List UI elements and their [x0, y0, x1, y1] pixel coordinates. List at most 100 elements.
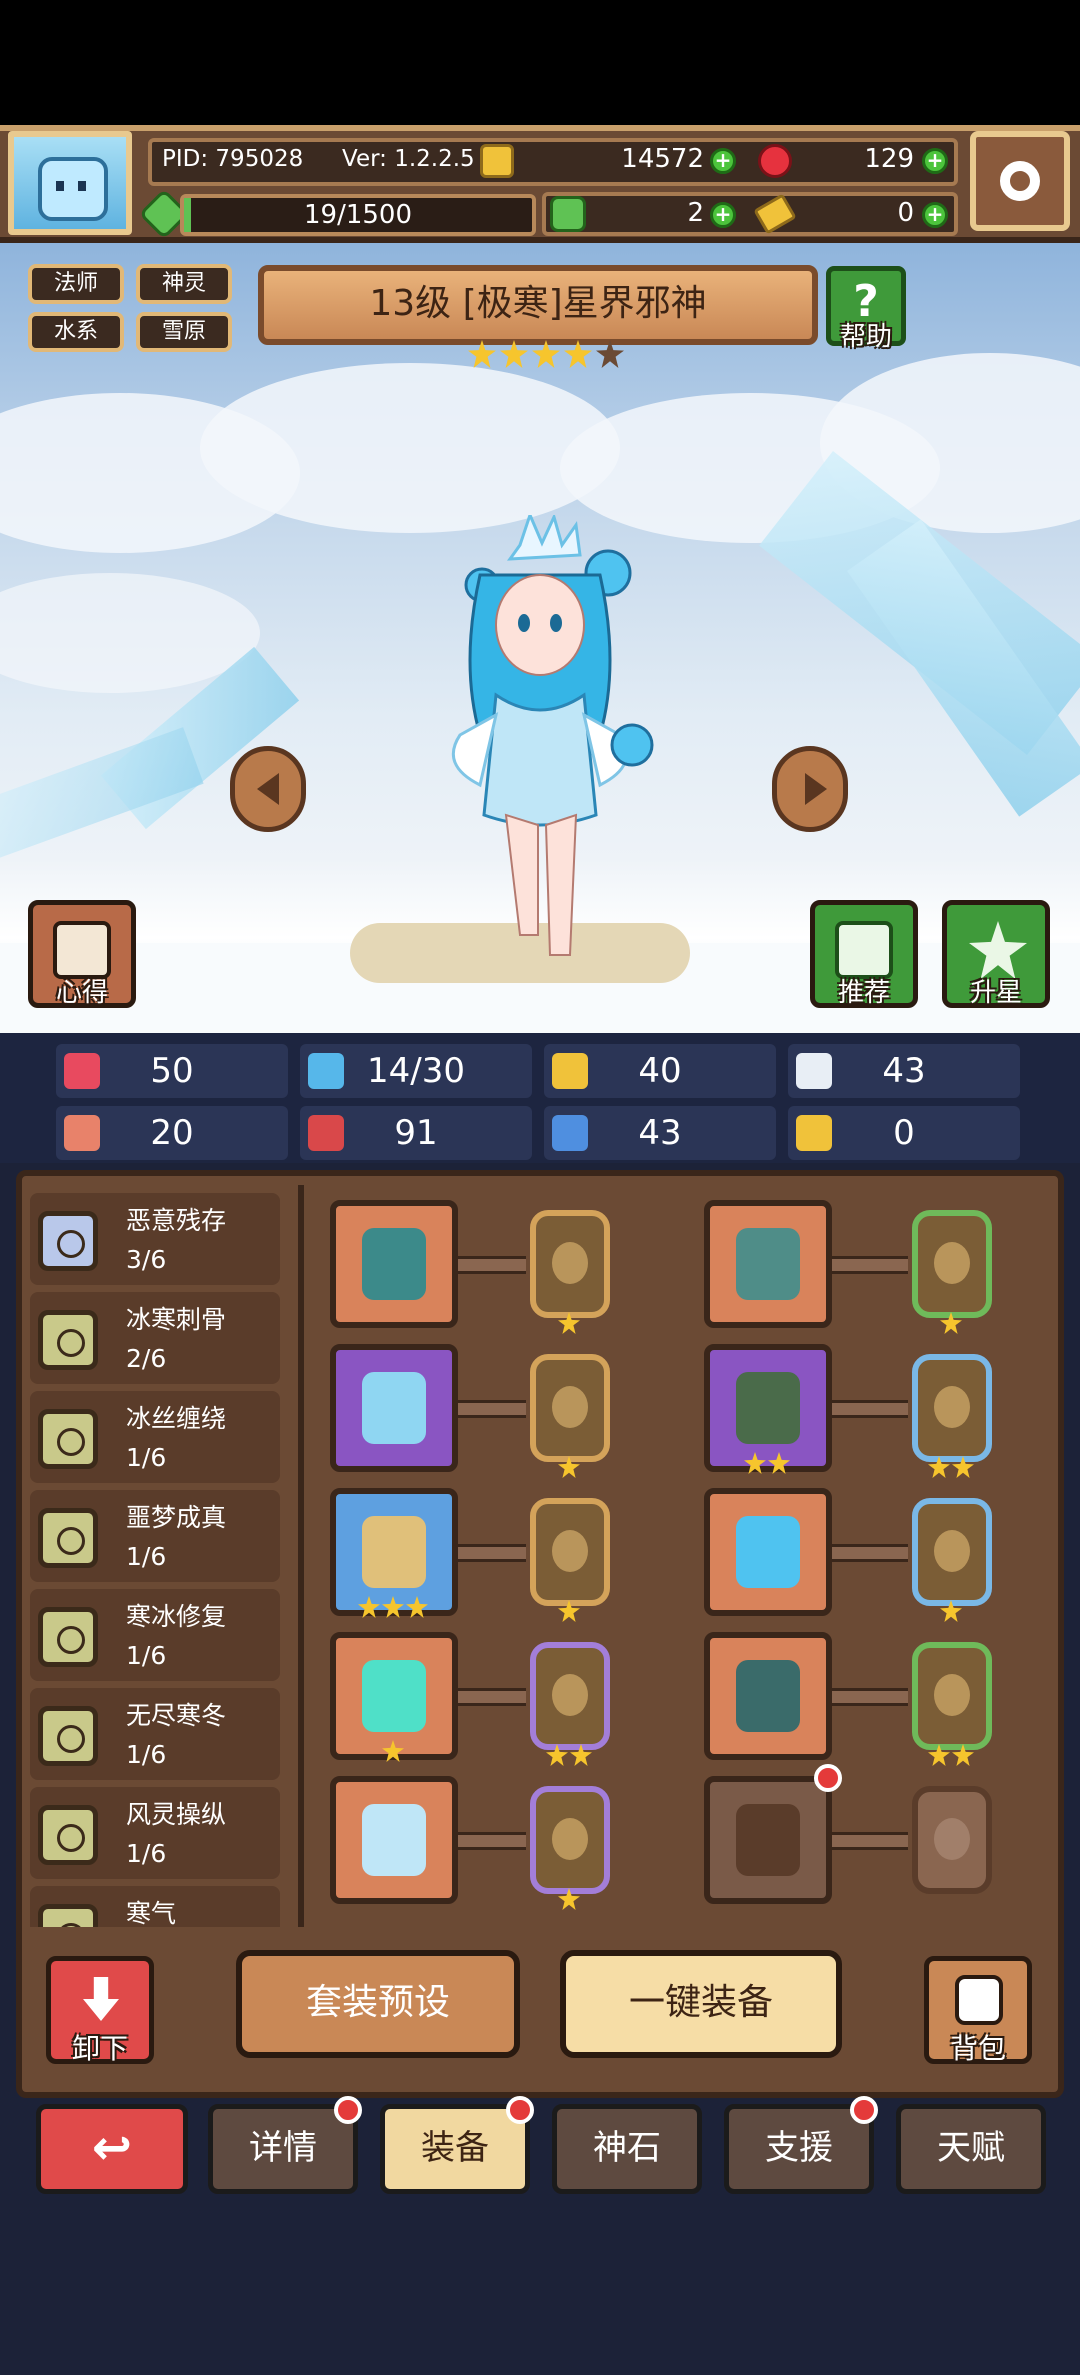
slot-star-rating [382, 1740, 404, 1762]
settings-button[interactable] [970, 131, 1070, 231]
slot-connector [458, 1256, 526, 1274]
add-ruby-button[interactable]: + [922, 148, 948, 174]
rune-emblem-icon [552, 1386, 588, 1428]
stat-value: 20 [150, 1113, 194, 1153]
set-name: 冰寒刺骨 [126, 1305, 227, 1334]
star-icon [382, 1596, 404, 1618]
star-icon [558, 1456, 580, 1478]
plus-icon [934, 1818, 970, 1860]
set-bonus-item[interactable]: 寒冰修复 1/6 [30, 1589, 280, 1681]
rune-socket[interactable] [912, 1210, 992, 1318]
rune-socket[interactable] [530, 1642, 610, 1750]
equipment-slot-armor[interactable] [704, 1200, 832, 1328]
clover-amount: 2 [687, 198, 704, 228]
set-bonus-list[interactable]: 恶意残存 3/6 冰寒刺骨 2/6 冰丝缠绕 1/6 噩梦成真 1/6 寒冰修复 1/6 无尽寒冬 1… [30, 1185, 292, 1927]
set-progress: 3/6 [126, 1245, 167, 1274]
set-bonus-item[interactable]: 冰寒刺骨 2/6 [30, 1292, 280, 1384]
set-bonus-item[interactable]: 恶意残存 3/6 [30, 1193, 280, 1285]
slot-star-rating [558, 1600, 580, 1622]
rune-socket[interactable] [912, 1786, 992, 1894]
unequip-button[interactable]: 卸下 [46, 1956, 154, 2065]
set-bonus-item[interactable]: 寒气 [30, 1886, 280, 1927]
game-version: Ver: 1.2.2.5 [342, 146, 475, 172]
rune-socket[interactable] [912, 1498, 992, 1606]
equipment-slot-crown[interactable] [330, 1344, 458, 1472]
stat-cell: 20 [56, 1106, 288, 1160]
star-icon [928, 1744, 950, 1766]
key-amount: 0 [897, 198, 914, 228]
add-gold-button[interactable]: + [710, 148, 736, 174]
rune-socket[interactable] [912, 1642, 992, 1750]
set-name: 冰丝缠绕 [126, 1404, 227, 1433]
equipment-slot-boots-empty[interactable] [704, 1776, 832, 1904]
staff-icon [362, 1228, 426, 1300]
star-icon [940, 1600, 962, 1622]
equipment-slot-glove[interactable] [704, 1488, 832, 1616]
upgrade-star-button[interactable]: 升星 [942, 900, 1050, 1008]
slot-star-rating [558, 1888, 580, 1910]
slot-connector [832, 1400, 908, 1418]
slot-star-rating [558, 1456, 580, 1478]
rune-emblem-icon [552, 1818, 588, 1860]
equipment-slot-staff[interactable] [330, 1200, 458, 1328]
recommend-label: 推荐 [837, 978, 890, 1008]
stat-cell: 50 [56, 1044, 288, 1098]
add-key-button[interactable]: + [922, 202, 948, 228]
slot-star-rating [358, 1596, 428, 1618]
add-clover-button[interactable]: + [710, 202, 736, 228]
slot-star-rating [744, 1452, 790, 1474]
set-bonus-item[interactable]: 风灵操纵 1/6 [30, 1787, 280, 1879]
upgrade-star-label: 升星 [969, 978, 1022, 1008]
tab-4[interactable]: 天赋 [896, 2104, 1046, 2194]
next-hero-button[interactable] [772, 746, 848, 832]
stat-value: 0 [893, 1113, 915, 1153]
stat-cell: 14/30 [300, 1044, 532, 1098]
slot-star-rating [928, 1456, 974, 1478]
slot-star-rating [940, 1600, 962, 1622]
note-book-icon [53, 921, 111, 979]
auto-equip-button[interactable]: 一键装备 [560, 1950, 842, 2058]
tab-2[interactable]: 神石 [552, 2104, 702, 2194]
prev-hero-button[interactable] [230, 746, 306, 832]
gold-amount: 14572 [621, 144, 704, 174]
rune-socket[interactable] [530, 1498, 610, 1606]
star-icon [952, 1456, 974, 1478]
set-progress: 2/6 [126, 1344, 167, 1373]
rune-emblem-icon [934, 1674, 970, 1716]
set-bonus-item[interactable]: 噩梦成真 1/6 [30, 1490, 280, 1582]
notification-dot [506, 2096, 534, 2124]
rune-socket[interactable] [530, 1354, 610, 1462]
set-bonus-item[interactable]: 冰丝缠绕 1/6 [30, 1391, 280, 1483]
equipment-slot-ice-helm[interactable] [330, 1776, 458, 1904]
notes-button[interactable]: 心得 [28, 900, 136, 1008]
set-bonus-item[interactable]: 无尽寒冬 1/6 [30, 1688, 280, 1780]
rune-emblem-icon [934, 1386, 970, 1428]
rating-star-icon [468, 340, 496, 368]
rating-star-icon [564, 340, 592, 368]
rune-socket[interactable] [530, 1786, 610, 1894]
panel-divider [298, 1185, 304, 1927]
recommend-button[interactable]: 推荐 [810, 900, 918, 1008]
back-button[interactable]: ↩ [36, 2104, 188, 2194]
bag-button[interactable]: 背包 [924, 1956, 1032, 2065]
player-avatar[interactable] [8, 131, 132, 235]
rune-socket[interactable] [912, 1354, 992, 1462]
unequip-label: 卸下 [71, 2032, 128, 2065]
help-label: 帮助 [839, 322, 892, 352]
star-icon [546, 1744, 568, 1766]
set-name: 寒冰修复 [126, 1602, 227, 1631]
rune-socket[interactable] [530, 1210, 610, 1318]
set-name: 风灵操纵 [126, 1800, 227, 1829]
slot-star-rating [928, 1744, 974, 1766]
equipment-slot-belt[interactable] [704, 1632, 832, 1760]
stat-value: 40 [638, 1051, 682, 1091]
gear-icon [1000, 161, 1040, 201]
stat-cell: 43 [544, 1106, 776, 1160]
tag-terrain: 雪原 [136, 312, 232, 352]
hero-star-rating [468, 340, 624, 368]
set-progress: 1/6 [126, 1443, 167, 1472]
set-preset-button[interactable]: 套装预设 [236, 1950, 520, 2058]
star-icon [382, 1740, 404, 1762]
slot-connector [832, 1256, 908, 1274]
notification-dot [334, 2096, 362, 2124]
